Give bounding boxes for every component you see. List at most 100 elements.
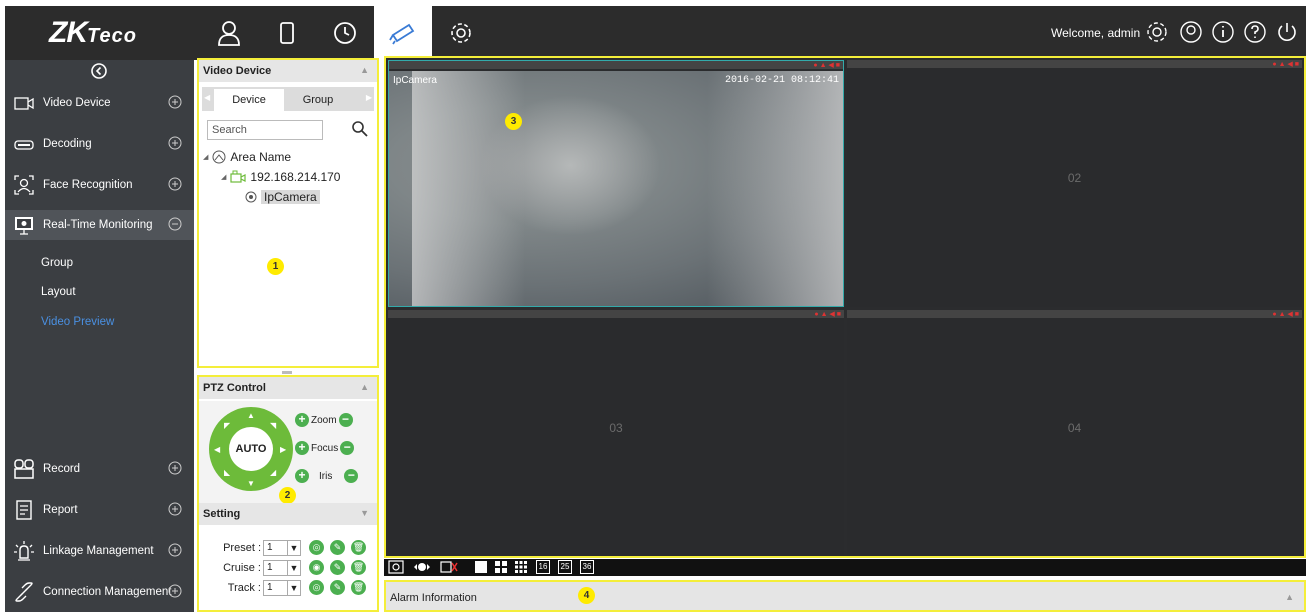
clock-nav-icon[interactable] (316, 6, 374, 60)
expand-plus-icon[interactable] (168, 136, 182, 150)
sidebar-item-connection-management[interactable]: Connection Management (5, 577, 194, 607)
tree-node-camera[interactable]: IpCamera (245, 190, 320, 204)
sidebar-item-linkage-management[interactable]: Linkage Management (5, 536, 194, 566)
personnel-nav-icon[interactable] (200, 6, 258, 60)
collapse-sidebar-icon[interactable] (88, 60, 110, 82)
sidebar-subitem-group[interactable]: Group (41, 257, 73, 269)
expand-plus-icon[interactable] (168, 543, 182, 557)
settings-icon[interactable] (1145, 20, 1169, 44)
system-settings-nav-icon[interactable] (432, 6, 490, 60)
tree-node-area[interactable]: ◢ Area Name (203, 150, 291, 164)
tab-group[interactable]: Group (287, 89, 349, 111)
expand-plus-icon[interactable] (168, 95, 182, 109)
resize-handle[interactable] (282, 371, 292, 374)
alarm-information-label: Alarm Information (390, 592, 477, 604)
tab-scroll-left-icon[interactable]: ◀ (204, 93, 210, 102)
pan-down-left-arrow-icon[interactable]: ◣ (224, 468, 230, 477)
sidebar-subitem-layout[interactable]: Layout (41, 286, 76, 298)
tab-device[interactable]: Device (214, 89, 284, 111)
user-icon[interactable] (1179, 20, 1203, 44)
layout-3x3-icon[interactable] (514, 560, 528, 574)
expand-plus-icon[interactable] (168, 461, 182, 475)
layout-16-button[interactable]: 16 (536, 560, 550, 574)
expand-caret-icon[interactable]: ▼ (360, 508, 369, 518)
sidebar-item-video-device[interactable]: Video Device (5, 88, 194, 118)
pan-right-arrow-icon[interactable]: ▶ (280, 445, 286, 454)
tab-scroll-right-icon[interactable]: ▶ (366, 93, 372, 102)
sidebar-item-report[interactable]: Report (5, 495, 194, 525)
report-icon (16, 500, 32, 520)
help-icon[interactable] (1243, 20, 1267, 44)
ptz-toggle-icon[interactable] (412, 560, 432, 574)
zoom-out-button[interactable]: − (338, 413, 353, 427)
pan-left-arrow-icon[interactable]: ◀ (214, 445, 220, 454)
layout-25-button[interactable]: 25 (558, 560, 572, 574)
pan-up-arrow-icon[interactable]: ▲ (247, 411, 255, 420)
expand-caret-icon[interactable]: ▲ (1285, 592, 1294, 602)
run-cruise-button[interactable]: ◉ (309, 560, 324, 575)
preset-select[interactable]: 1 ▼ (263, 540, 301, 556)
expand-plus-icon[interactable] (168, 502, 182, 516)
ptz-panel-header[interactable]: PTZ Control ▲ (199, 377, 377, 399)
sidebar-item-real-time-monitoring[interactable]: Real-Time Monitoring (5, 210, 194, 240)
pan-up-left-arrow-icon[interactable]: ◤ (224, 421, 230, 430)
video-tile-4[interactable]: ● ▲ ◀ ■ 04 (847, 310, 1302, 556)
expand-plus-icon[interactable] (168, 584, 182, 598)
layout-2x2-icon[interactable] (494, 560, 508, 574)
collapse-caret-icon[interactable]: ▲ (360, 382, 369, 392)
iris-close-button[interactable]: − (344, 469, 359, 483)
setting-panel-header[interactable]: Setting ▼ (199, 503, 377, 525)
sidebar-item-label: Report (43, 504, 78, 516)
callout-badge: 2 (279, 487, 296, 504)
ptz-control-panel: PTZ Control ▲ ▲ ▼ ◀ ▶ ◤ ◥ ◣ ◢ AUTO + Zoo… (197, 375, 379, 612)
tree-expand-icon[interactable]: ◢ (221, 173, 226, 181)
power-icon[interactable] (1275, 20, 1299, 44)
edit-track-button[interactable]: ✎ (330, 580, 345, 595)
delete-preset-button[interactable]: 🗑 (351, 540, 366, 555)
pan-up-right-arrow-icon[interactable]: ◥ (270, 421, 276, 430)
edit-cruise-button[interactable]: ✎ (330, 560, 345, 575)
delete-cruise-button[interactable]: 🗑 (351, 560, 366, 575)
pan-down-right-arrow-icon[interactable]: ◢ (270, 468, 276, 477)
door-nav-icon[interactable] (258, 6, 316, 60)
focus-out-button[interactable]: − (340, 441, 355, 455)
tree-expand-icon[interactable]: ◢ (203, 153, 208, 161)
zkteco-logo[interactable]: ZKTeco (49, 16, 137, 50)
call-preset-button[interactable]: ◎ (309, 540, 324, 555)
sidebar-item-record[interactable]: Record (5, 454, 194, 484)
collapse-caret-icon[interactable]: ▲ (360, 65, 369, 75)
info-icon[interactable] (1211, 20, 1235, 44)
tree-node-device[interactable]: ◢ 192.168.214.170 (221, 170, 340, 184)
ptz-direction-dial[interactable]: ▲ ▼ ◀ ▶ ◤ ◥ ◣ ◢ AUTO (209, 407, 293, 491)
iris-open-button[interactable]: + (295, 469, 309, 483)
focus-in-button[interactable]: + (295, 441, 309, 455)
sidebar-item-face-recognition[interactable]: Face Recognition (5, 170, 194, 200)
layout-1x1-icon[interactable] (474, 560, 488, 574)
video-tile-2[interactable]: ● ▲ ◀ ■ 02 (847, 60, 1302, 307)
video-device-panel-header[interactable]: Video Device ▲ (199, 60, 377, 82)
close-all-video-icon[interactable] (440, 560, 458, 574)
zoom-in-button[interactable]: + (295, 413, 309, 427)
pan-down-arrow-icon[interactable]: ▼ (247, 479, 255, 488)
callout-badge: 4 (578, 587, 595, 604)
sidebar-item-decoding[interactable]: Decoding (5, 129, 194, 159)
search-icon[interactable] (351, 120, 369, 138)
callout-badge: 1 (267, 258, 284, 275)
auto-button[interactable]: AUTO (229, 427, 273, 471)
expand-plus-icon[interactable] (168, 177, 182, 191)
edit-preset-button[interactable]: ✎ (330, 540, 345, 555)
alarm-information-panel[interactable]: Alarm Information 4 ▲ (384, 580, 1306, 612)
run-track-button[interactable]: ◎ (309, 580, 324, 595)
collapse-minus-icon[interactable] (168, 217, 182, 231)
search-input[interactable]: Search (207, 120, 323, 140)
track-select[interactable]: 1 ▼ (263, 580, 301, 596)
sidebar-subitem-video-preview[interactable]: Video Preview (41, 316, 114, 328)
sidebar-item-label: Video Device (43, 97, 111, 109)
video-nav-icon[interactable] (374, 6, 432, 60)
video-tile-3[interactable]: ● ▲ ◀ ■ 03 (388, 310, 844, 556)
cruise-select[interactable]: 1 ▼ (263, 560, 301, 576)
video-tile-1[interactable]: ● ▲ ◀ ■ IpCamera 2016-02-21 08:12:41 3 (388, 60, 844, 307)
snapshot-icon[interactable] (388, 560, 404, 574)
delete-track-button[interactable]: 🗑 (351, 580, 366, 595)
layout-36-button[interactable]: 36 (580, 560, 594, 574)
